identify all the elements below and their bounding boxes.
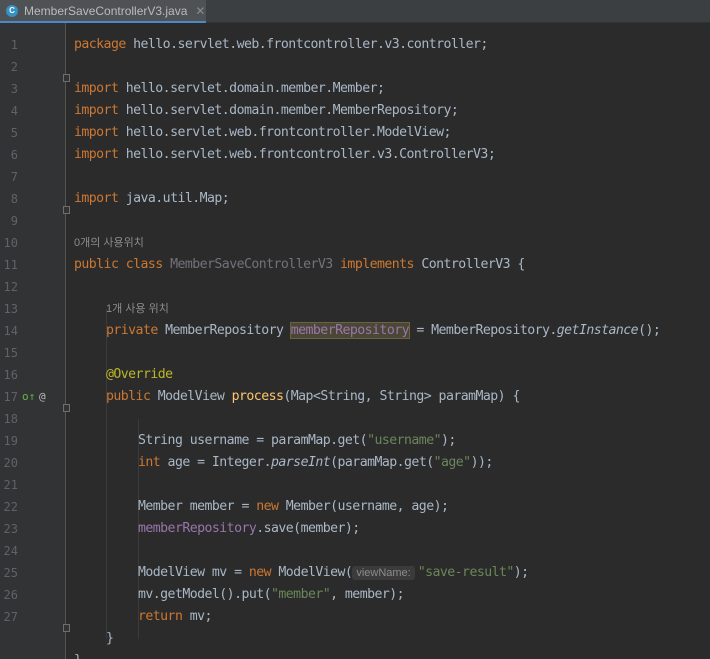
usage-hint[interactable]: 0개의 사용위치 [74, 232, 144, 254]
package-name: hello.servlet.web.frontcontroller.v3.con… [125, 37, 488, 52]
import-path: hello.servlet.web.frontcontroller.v3.Con… [118, 147, 496, 162]
code-line: ModelView mv = new ModelView(viewName: "s… [0, 562, 710, 584]
file-tab[interactable]: C MemberSaveControllerV3.java ✕ [0, 0, 206, 23]
method-name: process [231, 389, 284, 404]
code-text: ); [440, 433, 456, 448]
string-literal: "member" [271, 587, 331, 602]
line-number: 15 [3, 346, 18, 360]
line-number: 10 [3, 236, 18, 250]
editor-tab-bar: C MemberSaveControllerV3.java ✕ [0, 0, 710, 23]
code-line: import hello.servlet.web.frontcontroller… [0, 144, 710, 166]
code-line: import hello.servlet.domain.member.Membe… [0, 100, 710, 122]
parameter-name-hint: viewName: [352, 566, 415, 580]
keyword: import [74, 191, 119, 206]
code-text: ModelView mv = [138, 565, 249, 580]
import-path: hello.servlet.domain.member.MemberReposi… [118, 103, 459, 118]
line-number: 12 [3, 280, 18, 294]
import-path: hello.servlet.domain.member.Member; [118, 81, 385, 96]
usage-hint[interactable]: 1개 사용 위치 [106, 298, 169, 320]
type-name: ModelView [150, 389, 232, 404]
code-text: , member); [330, 587, 405, 602]
field-name: memberRepository [138, 521, 257, 536]
code-text: Member(username, age); [278, 499, 449, 514]
keyword: int [138, 455, 161, 470]
keyword: private [106, 323, 158, 338]
code-text: ModelView( [271, 565, 353, 580]
code-line: private MemberRepository memberRepositor… [0, 320, 710, 342]
closing-brace: } [106, 631, 114, 646]
keyword: import [74, 103, 119, 118]
code-line: } [0, 628, 710, 650]
keyword: import [74, 147, 119, 162]
method-call: getInstance [556, 323, 639, 338]
keyword: public class [74, 257, 171, 272]
import-path: java.util.Map; [118, 191, 230, 206]
keyword: new [256, 499, 279, 514]
interface-name: ControllerV3 { [413, 257, 525, 272]
code-text: .save(member); [256, 521, 360, 536]
keyword: return [138, 609, 183, 624]
code-line: Member member = new Member(username, age… [0, 496, 710, 518]
code-text: ); [513, 565, 529, 580]
code-text: )); [470, 455, 494, 470]
line-number: 9 [10, 214, 18, 228]
code-line: return mv; [0, 606, 710, 628]
parameters: (Map<String, String> paramMap) { [283, 389, 520, 404]
keyword: implements [332, 257, 414, 272]
line-number: 21 [3, 478, 18, 492]
code-text: mv; [182, 609, 213, 624]
string-literal: "age" [433, 455, 472, 470]
file-tab-label: MemberSaveControllerV3.java [24, 3, 188, 18]
class-name: MemberSaveControllerV3 [170, 257, 333, 272]
code-line: @Override [0, 364, 710, 386]
string-literal: "save-result" [417, 565, 515, 580]
keyword: package [74, 37, 126, 52]
java-class-icon: C [6, 4, 18, 17]
method-call: parseInt [271, 455, 331, 470]
close-icon[interactable]: ✕ [195, 4, 205, 18]
annotation: @Override [106, 367, 173, 382]
code-line: package hello.servlet.web.frontcontrolle… [0, 34, 710, 56]
code-text: (paramMap.get( [330, 455, 434, 470]
code-text: String username = paramMap.get( [138, 433, 368, 448]
code-text: mv.getModel().put( [138, 587, 272, 602]
code-editor[interactable]: o↑ @ 1 2 3 4 5 6 7 8 9 10 11 12 13 14 15 16 17 18 19 20 21 22… [0, 23, 710, 659]
code-line: String username = paramMap.get("username… [0, 430, 710, 452]
code-line: } [0, 650, 710, 659]
import-path: hello.servlet.web.frontcontroller.ModelV… [118, 125, 452, 140]
line-number: 24 [3, 544, 18, 558]
line-number: 13 [3, 302, 18, 316]
code-line: mv.getModel().put("member", member); [0, 584, 710, 606]
keyword: public [106, 389, 151, 404]
code-line: import hello.servlet.web.frontcontroller… [0, 122, 710, 144]
keyword: import [74, 81, 119, 96]
closing-brace: } [74, 653, 82, 659]
code-line: import java.util.Map; [0, 188, 710, 210]
code-text: age = Integer. [160, 455, 272, 470]
type-name: MemberRepository [157, 323, 291, 338]
keyword: new [248, 565, 272, 580]
code-line: public class MemberSaveControllerV3 impl… [0, 254, 710, 276]
line-number: 2 [10, 60, 18, 74]
code-line: import hello.servlet.domain.member.Membe… [0, 78, 710, 100]
string-literal: "username" [367, 433, 441, 448]
code-line: int age = Integer.parseInt(paramMap.get(… [0, 452, 710, 474]
code-text: Member member = [138, 499, 257, 514]
line-number: 18 [3, 412, 18, 426]
code-line: memberRepository.save(member); [0, 518, 710, 540]
code-text: (); [638, 323, 661, 338]
code-line: public ModelView process(Map<String, Str… [0, 386, 710, 408]
field-name: memberRepository [289, 322, 410, 339]
code-text: = MemberRepository. [408, 323, 557, 338]
keyword: import [74, 125, 119, 140]
line-number: 7 [10, 170, 18, 184]
